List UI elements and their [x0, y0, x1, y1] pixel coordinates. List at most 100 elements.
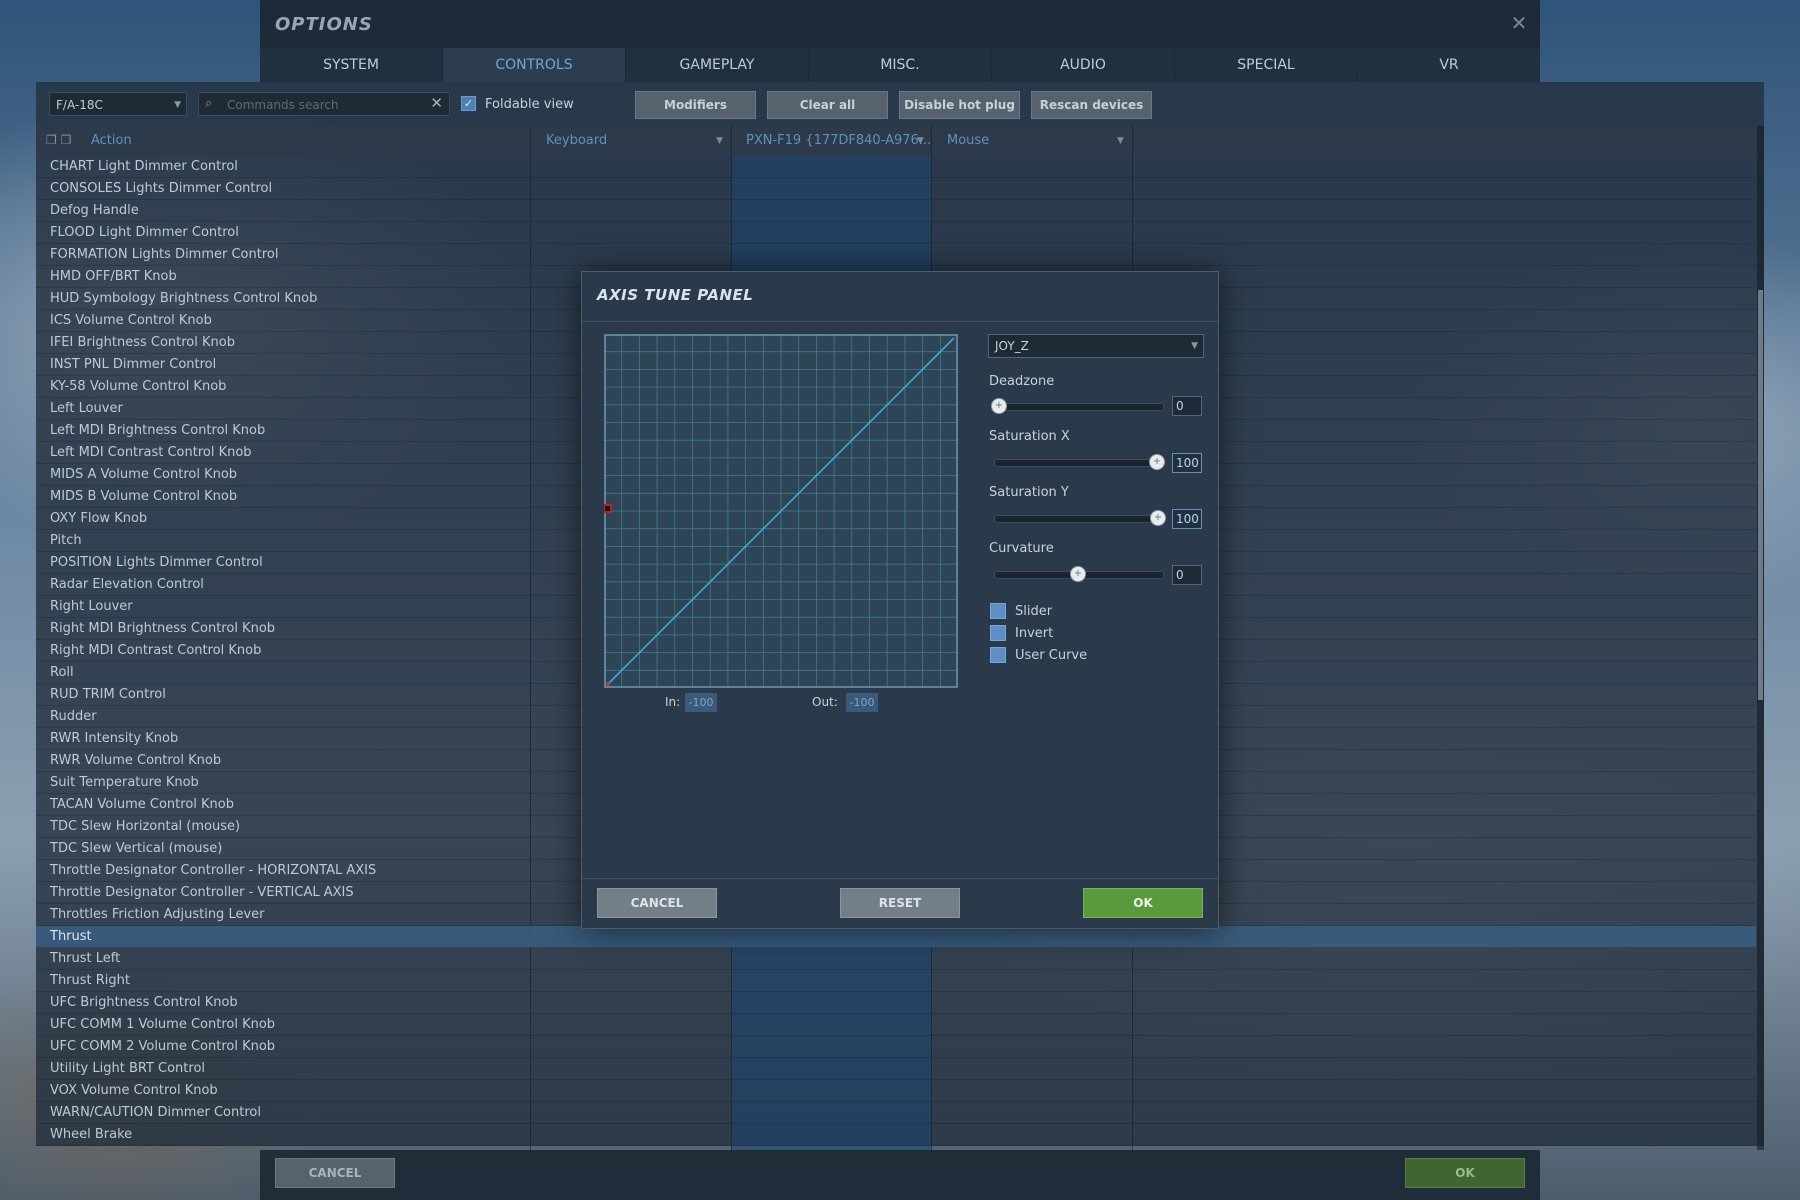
action-name: Left MDI Contrast Control Knob: [50, 445, 252, 460]
action-row[interactable]: UFC COMM 2 Volume Control Knob: [36, 1036, 1756, 1058]
aircraft-select[interactable]: F/A-18C ▼: [49, 92, 187, 116]
action-row[interactable]: Wheel Brake Left: [36, 1146, 1756, 1148]
tab-misc[interactable]: MISC.: [809, 48, 992, 82]
action-row[interactable]: FLOOD Light Dimmer Control: [36, 222, 1756, 244]
saturation-y-slider-handle[interactable]: +: [1150, 510, 1166, 526]
slider-checkbox[interactable]: [990, 603, 1006, 619]
saturation-x-field[interactable]: 100: [1172, 453, 1202, 473]
action-name: Throttle Designator Controller - VERTICA…: [50, 885, 354, 900]
tab-bar: SYSTEM CONTROLS GAMEPLAY MISC. AUDIO SPE…: [260, 48, 1540, 82]
axis-reset-button[interactable]: RESET: [840, 888, 960, 918]
options-ok-button[interactable]: OK: [1405, 1158, 1525, 1188]
invert-checkbox[interactable]: [990, 625, 1006, 641]
options-cancel-button[interactable]: CANCEL: [275, 1158, 395, 1188]
action-row[interactable]: UFC Brightness Control Knob: [36, 992, 1756, 1014]
action-row[interactable]: CHART Light Dimmer Control: [36, 156, 1756, 178]
output-position-marker: [606, 682, 610, 686]
action-name: INST PNL Dimmer Control: [50, 357, 217, 372]
action-name: Radar Elevation Control: [50, 577, 204, 592]
action-name: RWR Intensity Knob: [50, 731, 179, 746]
commands-search: ⌕ ✕: [198, 92, 450, 116]
action-name: TDC Slew Horizontal (mouse): [50, 819, 241, 834]
action-row[interactable]: Defog Handle: [36, 200, 1756, 222]
mouse-column-header[interactable]: Mouse: [947, 126, 989, 156]
axis-ok-button[interactable]: OK: [1083, 888, 1203, 918]
slider-label: Slider: [1015, 604, 1053, 619]
tab-audio[interactable]: AUDIO: [992, 48, 1175, 82]
action-row[interactable]: CONSOLES Lights Dimmer Control: [36, 178, 1756, 200]
action-row[interactable]: VOX Volume Control Knob: [36, 1080, 1756, 1102]
out-label: Out:: [812, 695, 838, 709]
action-name: ICS Volume Control Knob: [50, 313, 212, 328]
action-name: WARN/CAUTION Dimmer Control: [50, 1105, 261, 1120]
action-row[interactable]: Thrust: [36, 926, 1756, 948]
action-name: Suit Temperature Knob: [50, 775, 199, 790]
action-row[interactable]: UFC COMM 1 Volume Control Knob: [36, 1014, 1756, 1036]
saturation-y-field[interactable]: 100: [1172, 509, 1202, 529]
close-icon[interactable]: ✕: [1508, 12, 1530, 34]
keyboard-chevron-down-icon[interactable]: ▼: [716, 126, 723, 156]
action-name: Pitch: [50, 533, 82, 548]
user-curve-checkbox[interactable]: [990, 647, 1006, 663]
action-row[interactable]: FORMATION Lights Dimmer Control: [36, 244, 1756, 266]
action-name: MIDS B Volume Control Knob: [50, 489, 238, 504]
action-name: TDC Slew Vertical (mouse): [50, 841, 223, 856]
device-column-header[interactable]: PXN-F19 {177DF840-A976...: [746, 126, 931, 156]
action-name: UFC Brightness Control Knob: [50, 995, 238, 1010]
action-name: Right MDI Contrast Control Knob: [50, 643, 262, 658]
action-name: TACAN Volume Control Knob: [50, 797, 234, 812]
tab-gameplay[interactable]: GAMEPLAY: [626, 48, 809, 82]
search-input[interactable]: [225, 95, 419, 115]
saturation-x-slider-handle[interactable]: +: [1149, 454, 1165, 470]
axis-tune-title: AXIS TUNE PANEL: [597, 286, 754, 304]
deadzone-label: Deadzone: [989, 374, 1055, 389]
deadzone-field[interactable]: 0: [1172, 396, 1202, 416]
mouse-chevron-down-icon[interactable]: ▼: [1117, 126, 1124, 156]
action-column-header[interactable]: Action: [91, 126, 132, 156]
action-name: UFC COMM 1 Volume Control Knob: [50, 1017, 276, 1032]
tab-system[interactable]: SYSTEM: [260, 48, 443, 82]
in-label: In:: [665, 695, 681, 709]
action-name: UFC COMM 2 Volume Control Knob: [50, 1039, 276, 1054]
response-curve-graph: [604, 334, 958, 688]
tab-controls[interactable]: CONTROLS: [443, 48, 626, 82]
action-name: Right Louver: [50, 599, 133, 614]
clear-all-button[interactable]: Clear all: [767, 91, 888, 119]
action-row[interactable]: Thrust Right: [36, 970, 1756, 992]
deadzone-slider-handle[interactable]: +: [991, 398, 1007, 414]
tab-special[interactable]: SPECIAL: [1175, 48, 1358, 82]
action-row[interactable]: Thrust Left: [36, 948, 1756, 970]
curvature-label: Curvature: [989, 541, 1054, 556]
action-row[interactable]: WARN/CAUTION Dimmer Control: [36, 1102, 1756, 1124]
divider: [582, 878, 1218, 879]
fold-expand-icon[interactable]: ❐ ❐: [46, 133, 71, 147]
aircraft-select-value: F/A-18C: [56, 98, 103, 112]
scrollbar-thumb[interactable]: [1758, 290, 1763, 700]
action-name: VOX Volume Control Knob: [50, 1083, 218, 1098]
axis-select[interactable]: JOY_Z ▼: [988, 334, 1204, 358]
saturation-y-slider-track[interactable]: [994, 515, 1164, 523]
foldable-view-checkbox[interactable]: ✓: [461, 96, 476, 111]
axis-cancel-button[interactable]: CANCEL: [597, 888, 717, 918]
action-name: CONSOLES Lights Dimmer Control: [50, 181, 273, 196]
action-row[interactable]: Wheel Brake: [36, 1124, 1756, 1146]
rescan-devices-button[interactable]: Rescan devices: [1031, 91, 1152, 119]
curvature-field[interactable]: 0: [1172, 565, 1202, 585]
disable-hot-plug-button[interactable]: Disable hot plug: [899, 91, 1020, 119]
deadzone-slider-track[interactable]: [994, 403, 1164, 411]
curvature-slider-handle[interactable]: +: [1070, 566, 1086, 582]
clear-search-icon[interactable]: ✕: [430, 94, 443, 112]
action-name: Rudder: [50, 709, 97, 724]
action-name: HMD OFF/BRT Knob: [50, 269, 177, 284]
action-name: Thrust Left: [50, 951, 121, 966]
action-name: KY-58 Volume Control Knob: [50, 379, 227, 394]
saturation-x-slider-track[interactable]: [994, 459, 1164, 467]
modifiers-button[interactable]: Modifiers: [635, 91, 756, 119]
keyboard-column-header[interactable]: Keyboard: [546, 126, 607, 156]
device-chevron-down-icon[interactable]: ▼: [917, 126, 924, 156]
action-name: MIDS A Volume Control Knob: [50, 467, 238, 482]
action-name: OXY Flow Knob: [50, 511, 148, 526]
tab-vr[interactable]: VR: [1358, 48, 1540, 82]
action-row[interactable]: Utility Light BRT Control: [36, 1058, 1756, 1080]
in-value: -100: [685, 693, 717, 712]
